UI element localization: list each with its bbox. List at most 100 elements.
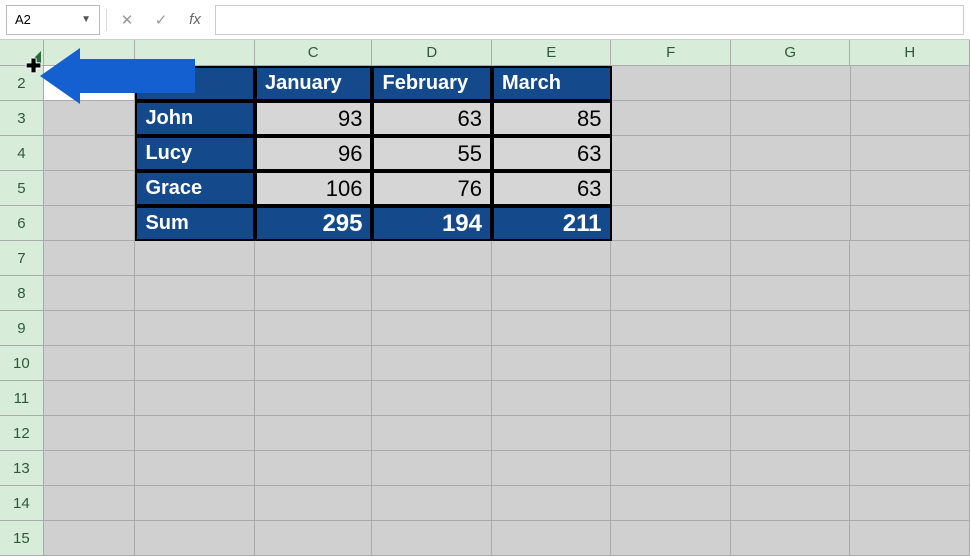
cell-g10[interactable]: [731, 346, 851, 381]
cell-e15[interactable]: [492, 521, 612, 556]
cell-h13[interactable]: [850, 451, 970, 486]
cell-g7[interactable]: [731, 241, 851, 276]
row-head-3[interactable]: 3: [0, 101, 44, 136]
cell-f11[interactable]: [611, 381, 731, 416]
cell-g3[interactable]: [731, 101, 851, 136]
cell-g5[interactable]: [731, 171, 851, 206]
cell-e7[interactable]: [492, 241, 612, 276]
row-head-9[interactable]: 9: [0, 311, 44, 346]
cell-e10[interactable]: [492, 346, 612, 381]
cell-d15[interactable]: [372, 521, 492, 556]
cell-a6[interactable]: [44, 206, 136, 241]
cancel-formula-button[interactable]: ✕: [113, 6, 141, 34]
cell-e8[interactable]: [492, 276, 612, 311]
cell-d13[interactable]: [372, 451, 492, 486]
cell-e6[interactable]: 211: [492, 206, 612, 241]
cell-f7[interactable]: [611, 241, 731, 276]
cell-d12[interactable]: [372, 416, 492, 451]
cell-b10[interactable]: [135, 346, 255, 381]
cell-h4[interactable]: [851, 136, 970, 171]
cell-f10[interactable]: [611, 346, 731, 381]
enter-formula-button[interactable]: ✓: [147, 6, 175, 34]
cell-e4[interactable]: 63: [492, 136, 612, 171]
cell-c5[interactable]: 106: [255, 171, 373, 206]
cell-b9[interactable]: [135, 311, 255, 346]
cell-d3[interactable]: 63: [372, 101, 492, 136]
cell-c8[interactable]: [255, 276, 373, 311]
cell-g4[interactable]: [731, 136, 851, 171]
cell-d5[interactable]: 76: [372, 171, 492, 206]
cell-c12[interactable]: [255, 416, 373, 451]
cell-h9[interactable]: [850, 311, 970, 346]
cell-d7[interactable]: [372, 241, 492, 276]
col-head-a[interactable]: [44, 40, 136, 66]
cell-a2[interactable]: [44, 66, 136, 101]
cell-e12[interactable]: [492, 416, 612, 451]
cell-b11[interactable]: [135, 381, 255, 416]
cell-f15[interactable]: [611, 521, 731, 556]
cell-c11[interactable]: [255, 381, 373, 416]
row-head-6[interactable]: 6: [0, 206, 44, 241]
col-head-h[interactable]: H: [850, 40, 970, 66]
spreadsheet-grid[interactable]: C D E F G H 2 January February March 3 J…: [0, 40, 970, 546]
cell-h12[interactable]: [850, 416, 970, 451]
cell-f13[interactable]: [611, 451, 731, 486]
cell-h14[interactable]: [850, 486, 970, 521]
cell-f6[interactable]: [612, 206, 732, 241]
cell-d8[interactable]: [372, 276, 492, 311]
cell-h8[interactable]: [850, 276, 970, 311]
cell-g8[interactable]: [731, 276, 851, 311]
row-head-14[interactable]: 14: [0, 486, 44, 521]
cell-f8[interactable]: [611, 276, 731, 311]
cell-h10[interactable]: [850, 346, 970, 381]
cell-d4[interactable]: 55: [372, 136, 492, 171]
cell-g2[interactable]: [731, 66, 851, 101]
cell-e2[interactable]: March: [492, 66, 612, 101]
cell-a9[interactable]: [44, 311, 136, 346]
cell-b7[interactable]: [135, 241, 255, 276]
cell-b4[interactable]: Lucy: [135, 136, 255, 171]
row-head-8[interactable]: 8: [0, 276, 44, 311]
cell-f2[interactable]: [612, 66, 732, 101]
row-head-13[interactable]: 13: [0, 451, 44, 486]
cell-h15[interactable]: [850, 521, 970, 556]
cell-c14[interactable]: [255, 486, 373, 521]
cell-c6[interactable]: 295: [255, 206, 373, 241]
name-box[interactable]: A2 ▼: [6, 5, 100, 35]
cell-a3[interactable]: [44, 101, 136, 136]
cell-c7[interactable]: [255, 241, 373, 276]
cell-f3[interactable]: [612, 101, 732, 136]
cell-e13[interactable]: [492, 451, 612, 486]
cell-a7[interactable]: [44, 241, 136, 276]
cell-b14[interactable]: [135, 486, 255, 521]
cell-d14[interactable]: [372, 486, 492, 521]
cell-e3[interactable]: 85: [492, 101, 612, 136]
cell-b8[interactable]: [135, 276, 255, 311]
cell-d11[interactable]: [372, 381, 492, 416]
cell-h5[interactable]: [851, 171, 970, 206]
col-head-f[interactable]: F: [611, 40, 731, 66]
cell-c3[interactable]: 93: [255, 101, 373, 136]
cell-b15[interactable]: [135, 521, 255, 556]
cell-b3[interactable]: John: [135, 101, 255, 136]
cell-a10[interactable]: [44, 346, 136, 381]
cell-c15[interactable]: [255, 521, 373, 556]
cell-d6[interactable]: 194: [372, 206, 492, 241]
cell-b6[interactable]: Sum: [135, 206, 255, 241]
row-head-11[interactable]: 11: [0, 381, 44, 416]
row-head-12[interactable]: 12: [0, 416, 44, 451]
insert-function-button[interactable]: fx: [181, 6, 209, 34]
cell-g13[interactable]: [731, 451, 851, 486]
cell-a13[interactable]: [44, 451, 136, 486]
cell-g9[interactable]: [731, 311, 851, 346]
col-head-e[interactable]: E: [492, 40, 612, 66]
cell-e5[interactable]: 63: [492, 171, 612, 206]
row-head-7[interactable]: 7: [0, 241, 44, 276]
cell-g12[interactable]: [731, 416, 851, 451]
cell-c13[interactable]: [255, 451, 373, 486]
dropdown-arrow-icon[interactable]: ▼: [81, 14, 91, 25]
cell-b2[interactable]: [135, 66, 255, 101]
cell-g6[interactable]: [731, 206, 851, 241]
cell-e14[interactable]: [492, 486, 612, 521]
cell-a12[interactable]: [44, 416, 136, 451]
